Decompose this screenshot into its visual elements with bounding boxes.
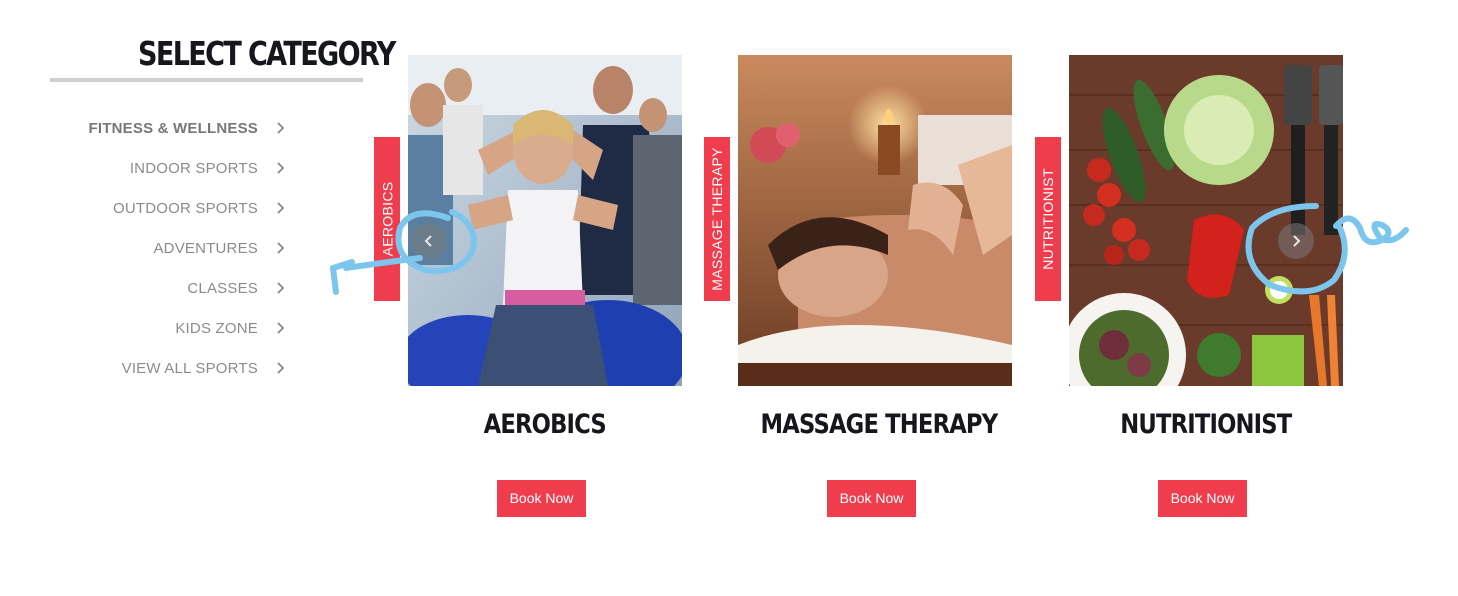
card-aerobics: AEROBICS AEROBICS Book Now — [374, 55, 682, 517]
chevron-right-icon — [277, 162, 285, 174]
chevron-right-icon — [277, 362, 285, 374]
chevron-right-icon — [277, 242, 285, 254]
card-title: AEROBICS — [483, 409, 607, 440]
aerobics-image — [408, 55, 682, 386]
category-label: ADVENTURES — [153, 239, 258, 257]
category-label: VIEW ALL SPORTS — [121, 359, 258, 377]
category-tag-label: NUTRITIONIST — [1040, 168, 1056, 270]
card-massage-therapy: MASSAGE THERAPY MASSAGE THERAPY Book Now — [704, 55, 1012, 517]
category-item-adventures[interactable]: ADVENTURES — [60, 228, 290, 268]
category-label: INDOOR SPORTS — [129, 159, 258, 177]
chevron-right-icon — [277, 322, 285, 334]
category-tag: MASSAGE THERAPY — [704, 137, 730, 301]
category-tag-label: MASSAGE THERAPY — [709, 147, 726, 291]
chevron-right-icon — [277, 122, 285, 134]
card-title: NUTRITIONIST — [1120, 409, 1292, 440]
category-item-classes[interactable]: CLASSES — [60, 268, 290, 308]
category-tag: NUTRITIONIST — [1035, 137, 1061, 301]
category-tag: AEROBICS — [374, 137, 400, 301]
card-nutritionist: NUTRITIONIST NUTRITIONIST Book Now — [1035, 55, 1343, 517]
category-item-outdoor-sports[interactable]: OUTDOOR SPORTS — [60, 188, 290, 228]
category-label: OUTDOOR SPORTS — [112, 199, 258, 217]
category-tag-label: AEROBICS — [379, 181, 396, 257]
category-list: FITNESS & WELLNESS INDOOR SPORTS OUTDOOR… — [60, 108, 290, 388]
chevron-right-icon — [277, 282, 285, 294]
category-label: KIDS ZONE — [175, 319, 258, 337]
category-label: FITNESS & WELLNESS — [88, 119, 258, 137]
category-label: CLASSES — [187, 279, 258, 297]
chevron-right-icon — [1293, 235, 1301, 247]
category-item-fitness-wellness[interactable]: FITNESS & WELLNESS — [60, 108, 290, 148]
card-title: MASSAGE THERAPY — [760, 409, 999, 440]
book-now-button[interactable]: Book Now — [497, 480, 586, 517]
carousel-prev-button[interactable] — [411, 223, 447, 259]
category-title: SELECT CATEGORY — [138, 34, 396, 73]
category-item-indoor-sports[interactable]: INDOOR SPORTS — [60, 148, 290, 188]
chevron-left-icon — [424, 235, 432, 247]
chevron-right-icon — [277, 202, 285, 214]
title-underline — [50, 78, 363, 82]
book-now-button[interactable]: Book Now — [1158, 480, 1247, 517]
annotation-swirl-right — [1333, 215, 1409, 246]
book-now-button[interactable]: Book Now — [827, 480, 916, 517]
category-item-kids-zone[interactable]: KIDS ZONE — [60, 308, 290, 348]
nutritionist-image — [1069, 55, 1343, 386]
massage-therapy-image — [738, 55, 1012, 386]
carousel-next-button[interactable] — [1278, 223, 1314, 259]
category-item-view-all-sports[interactable]: VIEW ALL SPORTS — [60, 348, 290, 388]
